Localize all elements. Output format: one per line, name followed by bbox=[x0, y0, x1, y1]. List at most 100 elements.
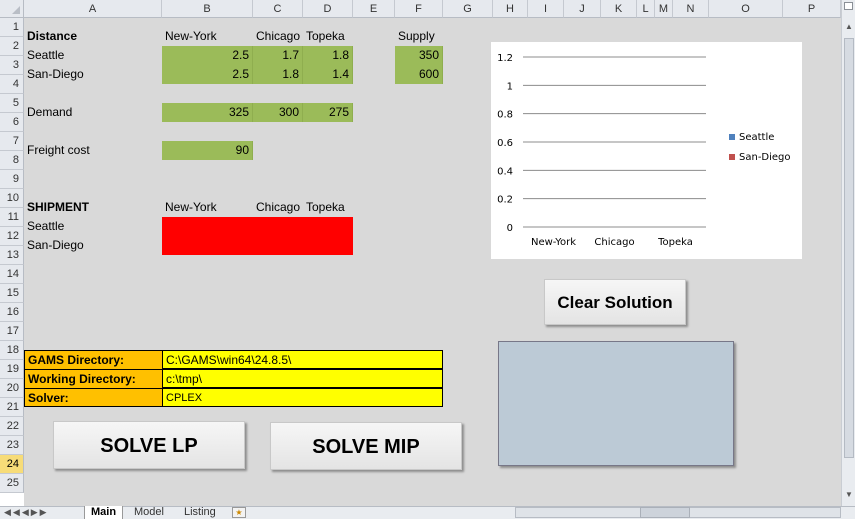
column-header-m[interactable]: M bbox=[655, 0, 673, 18]
solver-input[interactable]: CPLEX bbox=[162, 388, 443, 407]
row-header-23[interactable]: 23 bbox=[0, 436, 24, 455]
column-header-k[interactable]: K bbox=[601, 0, 637, 18]
cell-c10[interactable]: Chicago bbox=[253, 198, 303, 217]
row-header-6[interactable]: 6 bbox=[0, 113, 24, 132]
chart-x-tick-label: Chicago bbox=[594, 237, 634, 248]
gams-directory-input[interactable]: C:\GAMS\win64\24.8.5\ bbox=[162, 350, 443, 369]
column-header-d[interactable]: D bbox=[303, 0, 353, 18]
row-header-15[interactable]: 15 bbox=[0, 284, 24, 303]
column-header-j[interactable]: J bbox=[564, 0, 601, 18]
cell-a1[interactable]: Distance bbox=[24, 27, 162, 46]
column-header-n[interactable]: N bbox=[673, 0, 709, 18]
cell-f1[interactable]: Supply bbox=[395, 27, 443, 46]
column-header-i[interactable]: I bbox=[528, 0, 564, 18]
column-header-l[interactable]: L bbox=[637, 0, 655, 18]
chart-svg: 1.210.80.60.40.20 New-York Chicago Topeka … bbox=[497, 53, 790, 248]
sheet-navigation-icons[interactable]: ◀◀◀▶▶ bbox=[4, 506, 49, 519]
column-header-c[interactable]: C bbox=[253, 0, 303, 18]
cell-a7[interactable]: Freight cost bbox=[24, 141, 162, 160]
chart-y-tick-label: 1.2 bbox=[497, 53, 513, 64]
cell-a3[interactable]: San-Diego bbox=[24, 65, 162, 84]
row-header-5[interactable]: 5 bbox=[0, 94, 24, 113]
cell-d10[interactable]: Topeka bbox=[303, 198, 353, 217]
sheet-tab-listing[interactable]: Listing bbox=[178, 506, 222, 519]
row-header-12[interactable]: 12 bbox=[0, 227, 24, 246]
column-header-b[interactable]: B bbox=[162, 0, 253, 18]
column-header-p[interactable]: P bbox=[783, 0, 841, 18]
column-header-f[interactable]: F bbox=[395, 0, 443, 18]
chart-x-tick-label: Topeka bbox=[657, 237, 693, 248]
row-header-9[interactable]: 9 bbox=[0, 170, 24, 189]
select-all-corner[interactable] bbox=[0, 0, 24, 18]
horizontal-scroll-thumb[interactable] bbox=[640, 507, 690, 518]
cell-a11[interactable]: Seattle bbox=[24, 217, 162, 236]
cell-c1[interactable]: Chicago bbox=[253, 27, 303, 46]
row-header-13[interactable]: 13 bbox=[0, 246, 24, 265]
row-header-8[interactable]: 8 bbox=[0, 151, 24, 170]
chart-legend-label: Seattle bbox=[739, 132, 774, 143]
row-header-20[interactable]: 20 bbox=[0, 379, 24, 398]
cell-d3[interactable]: 1.4 bbox=[303, 65, 353, 84]
solve-mip-button[interactable]: SOLVE MIP bbox=[270, 422, 462, 470]
scroll-up-icon[interactable]: ▲ bbox=[845, 22, 853, 31]
cell-b10[interactable]: New-York bbox=[162, 198, 253, 217]
grid-line bbox=[252, 18, 253, 506]
row-header-4[interactable]: 4 bbox=[0, 75, 24, 94]
column-header-e[interactable]: E bbox=[353, 0, 395, 18]
cell-a5[interactable]: Demand bbox=[24, 103, 162, 122]
cell-c2[interactable]: 1.7 bbox=[253, 46, 303, 65]
chart-legend-swatch bbox=[729, 154, 735, 160]
chart-y-tick-label: 0.4 bbox=[497, 166, 513, 177]
split-box-icon[interactable] bbox=[844, 2, 853, 10]
column-header-h[interactable]: H bbox=[493, 0, 528, 18]
row-header-1[interactable]: 1 bbox=[0, 18, 24, 37]
cell-f3[interactable]: 600 bbox=[395, 65, 443, 84]
row-header-3[interactable]: 3 bbox=[0, 56, 24, 75]
shipment-result-range[interactable] bbox=[162, 217, 353, 255]
row-header-17[interactable]: 17 bbox=[0, 322, 24, 341]
vertical-scroll-thumb[interactable] bbox=[844, 38, 854, 458]
row-header-7[interactable]: 7 bbox=[0, 132, 24, 151]
scroll-down-icon[interactable]: ▼ bbox=[845, 490, 853, 499]
cell-a2[interactable]: Seattle bbox=[24, 46, 162, 65]
cell-d2[interactable]: 1.8 bbox=[303, 46, 353, 65]
status-panel bbox=[498, 341, 734, 466]
chart-y-tick-label: 1 bbox=[507, 81, 513, 92]
row-header-2[interactable]: 2 bbox=[0, 37, 24, 56]
cell-b5[interactable]: 325 bbox=[162, 103, 253, 122]
cell-b3[interactable]: 2.5 bbox=[162, 65, 253, 84]
sheet-tab-main[interactable]: Main bbox=[84, 506, 124, 519]
cell-a10[interactable]: SHIPMENT bbox=[24, 198, 162, 217]
row-header-22[interactable]: 22 bbox=[0, 417, 24, 436]
cell-d5[interactable]: 275 bbox=[303, 103, 353, 122]
row-header-24[interactable]: 24 bbox=[0, 455, 24, 474]
insert-sheet-icon[interactable]: ★ bbox=[232, 507, 246, 518]
sheet-tab-model[interactable]: Model bbox=[128, 506, 170, 519]
cell-b7[interactable]: 90 bbox=[162, 141, 253, 160]
column-header-o[interactable]: O bbox=[709, 0, 783, 18]
cell-f2[interactable]: 350 bbox=[395, 46, 443, 65]
row-header-10[interactable]: 10 bbox=[0, 189, 24, 208]
cell-c3[interactable]: 1.8 bbox=[253, 65, 303, 84]
row-header-21[interactable]: 21 bbox=[0, 398, 24, 417]
vertical-scrollbar[interactable]: ▲ ▼ bbox=[841, 0, 855, 506]
column-header-g[interactable]: G bbox=[443, 0, 493, 18]
row-header-11[interactable]: 11 bbox=[0, 208, 24, 227]
cell-d1[interactable]: Topeka bbox=[303, 27, 353, 46]
chart-x-tick-label: New-York bbox=[531, 237, 576, 248]
working-directory-input[interactable]: c:\tmp\ bbox=[162, 369, 443, 388]
cell-a12[interactable]: San-Diego bbox=[24, 236, 162, 255]
cell-c5[interactable]: 300 bbox=[253, 103, 303, 122]
row-header-14[interactable]: 14 bbox=[0, 265, 24, 284]
column-header-a[interactable]: A bbox=[24, 0, 162, 18]
shipment-chart[interactable]: 1.2 1 0.8 0.6 0.4 0.2 0 New-York Chicago Topeka … bbox=[490, 41, 803, 260]
row-header-25[interactable]: 25 bbox=[0, 474, 24, 493]
cell-b2[interactable]: 2.5 bbox=[162, 46, 253, 65]
cell-a20: Solver: bbox=[24, 388, 162, 407]
solve-lp-button[interactable]: SOLVE LP bbox=[53, 421, 245, 469]
clear-solution-button[interactable]: Clear Solution bbox=[544, 279, 686, 325]
row-header-16[interactable]: 16 bbox=[0, 303, 24, 322]
row-header-18[interactable]: 18 bbox=[0, 341, 24, 360]
cell-b1[interactable]: New-York bbox=[162, 27, 253, 46]
row-header-19[interactable]: 19 bbox=[0, 360, 24, 379]
